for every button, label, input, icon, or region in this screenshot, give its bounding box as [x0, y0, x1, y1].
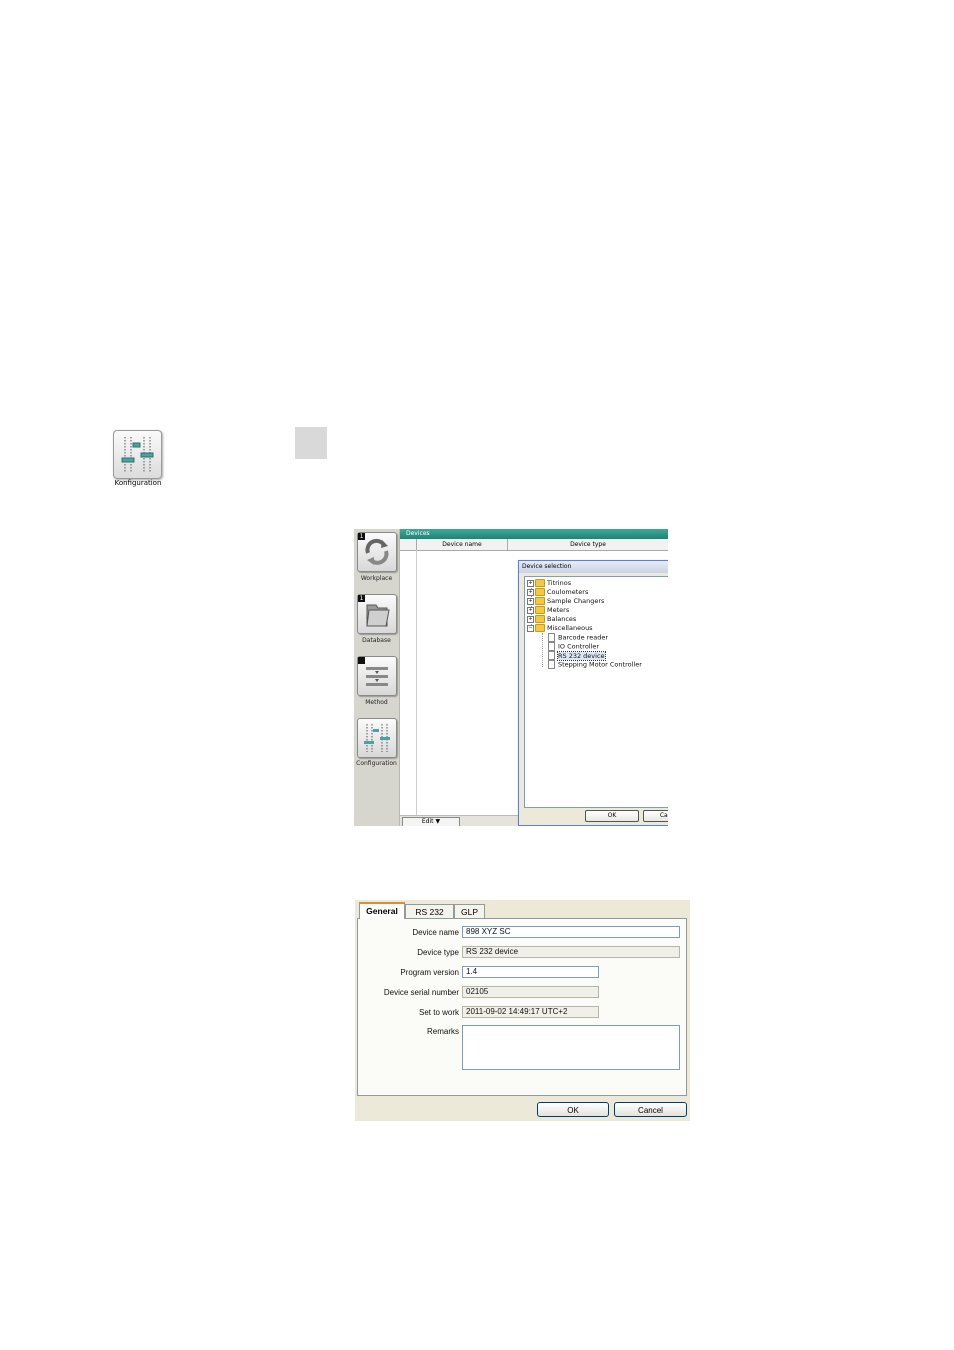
tree-label: Balances	[547, 615, 577, 623]
method-badge	[358, 657, 365, 664]
tab-glp[interactable]: GLP	[454, 904, 485, 918]
dialog-title: Device selection	[519, 561, 668, 573]
document-icon	[548, 651, 555, 660]
ok-button[interactable]: OK	[585, 810, 639, 822]
remarks-textarea[interactable]	[462, 1025, 680, 1070]
sidebar-label-workplace: Workplace	[360, 575, 393, 582]
properties-ok-button[interactable]: OK	[537, 1102, 609, 1117]
expand-icon[interactable]: +	[527, 597, 534, 605]
sliders-icon	[121, 437, 154, 472]
tree-label-selected: RS 232 device	[557, 650, 606, 661]
tree-item-coulometers[interactable]: + Coulometers	[527, 588, 588, 596]
tree-item-rs232-device[interactable]: RS 232 device	[548, 650, 606, 661]
tree-item-barcode-reader[interactable]: Barcode reader	[548, 633, 608, 642]
sidebar-item-database[interactable]: 1	[357, 594, 397, 634]
collapse-icon[interactable]: −	[527, 624, 534, 632]
expand-icon[interactable]: +	[527, 579, 534, 587]
tree-item-sample-changers[interactable]: + Sample Changers	[527, 597, 604, 605]
device-type-field: RS 232 device	[462, 946, 680, 958]
devices-index-column	[400, 550, 417, 815]
tree-label: Sample Changers	[547, 597, 605, 605]
sidebar-label-method: Method	[365, 699, 388, 706]
folder-open-icon	[535, 624, 545, 632]
tree-item-meters[interactable]: + Meters	[527, 606, 569, 614]
sidebar-item-configuration[interactable]	[357, 718, 397, 758]
folder-icon	[535, 579, 545, 587]
step-marker	[295, 427, 327, 459]
cancel-button[interactable]: Cancel	[643, 810, 668, 822]
document-icon	[548, 633, 555, 642]
database-badge: 1	[358, 595, 365, 602]
devices-title: Devices	[400, 529, 668, 539]
tree-label: Barcode reader	[558, 633, 609, 642]
document-icon	[548, 642, 555, 651]
folder-icon	[535, 615, 545, 623]
devices-screenshot: 1 Workplace 1 Database Method Configurat…	[354, 529, 668, 826]
devices-col-index	[400, 539, 416, 550]
konfiguration-label: Konfiguration	[114, 479, 162, 487]
sidebar-label-database: Database	[362, 637, 391, 644]
tree-line	[542, 633, 543, 667]
serial-number-label: Device serial number	[383, 988, 459, 997]
sidebar-item-method[interactable]	[357, 656, 397, 696]
set-to-work-field: 2011-09-02 14:49:17 UTC+2	[462, 1006, 599, 1018]
tree-label: IO Controller	[558, 642, 600, 651]
expand-icon[interactable]: +	[527, 606, 534, 614]
set-to-work-label: Set to work	[418, 1008, 459, 1017]
tab-rs232[interactable]: RS 232	[405, 904, 454, 918]
device-name-label: Device name	[412, 928, 459, 937]
sidebar-label-configuration: Configuration	[356, 760, 397, 767]
program-version-label: Program version	[400, 968, 459, 977]
devices-table-header: Device name Device type	[400, 539, 668, 551]
tree-label: Stepping Motor Controller	[558, 660, 642, 669]
sidebar-item-workplace[interactable]: 1	[357, 532, 397, 572]
chevron-down-icon: ▼	[435, 818, 441, 825]
tree-label: Coulometers	[547, 588, 589, 596]
tree-item-stepping-motor-controller[interactable]: Stepping Motor Controller	[548, 660, 642, 669]
device-properties-screenshot: General RS 232 GLP Device name 898 XYZ S…	[355, 900, 690, 1121]
serial-number-field: 02105	[462, 986, 599, 998]
edit-button[interactable]: Edit ▼	[402, 817, 460, 826]
device-type-label: Device type	[417, 948, 459, 957]
document-icon	[548, 660, 555, 669]
workplace-badge: 1	[358, 533, 365, 540]
expand-icon[interactable]: +	[527, 588, 534, 596]
edit-label: Edit	[421, 818, 434, 825]
tree-label: Meters	[547, 606, 570, 614]
tree-label: Titrinos	[547, 579, 572, 587]
sidebar: 1 Workplace 1 Database Method Configurat…	[354, 529, 400, 826]
konfiguration-icon[interactable]	[113, 430, 162, 479]
general-tab-panel: Device name 898 XYZ SC Device type RS 23…	[357, 918, 687, 1096]
tree-item-io-controller[interactable]: IO Controller	[548, 642, 599, 651]
device-selection-dialog: Device selection ✕ +Titrinos +Coulometer…	[518, 560, 668, 826]
device-name-field[interactable]: 898 XYZ SC	[462, 926, 680, 938]
tab-general[interactable]: General	[359, 902, 405, 919]
sliders-icon	[364, 724, 390, 752]
folder-icon	[535, 606, 545, 614]
tree-item-miscellaneous[interactable]: − Miscellaneous	[527, 624, 593, 632]
devices-panel: Devices Device name Device type Edit ▼ D…	[400, 529, 668, 826]
tree-label: Miscellaneous	[547, 624, 593, 632]
expand-icon[interactable]: +	[527, 615, 534, 623]
device-tree: + Titrinos + Coulometers + Sample Changers …	[524, 576, 668, 808]
folder-icon	[535, 588, 545, 596]
remarks-label: Remarks	[426, 1027, 459, 1036]
tree-item-balances[interactable]: + Balances	[527, 615, 576, 623]
program-version-field[interactable]: 1.4	[462, 966, 599, 978]
properties-cancel-button[interactable]: Cancel	[614, 1102, 687, 1117]
tree-item-titrinos[interactable]: + Titrinos	[527, 579, 571, 587]
folder-icon	[535, 597, 545, 605]
devices-col-type[interactable]: Device type	[507, 539, 668, 550]
devices-col-name[interactable]: Device name	[416, 539, 507, 550]
